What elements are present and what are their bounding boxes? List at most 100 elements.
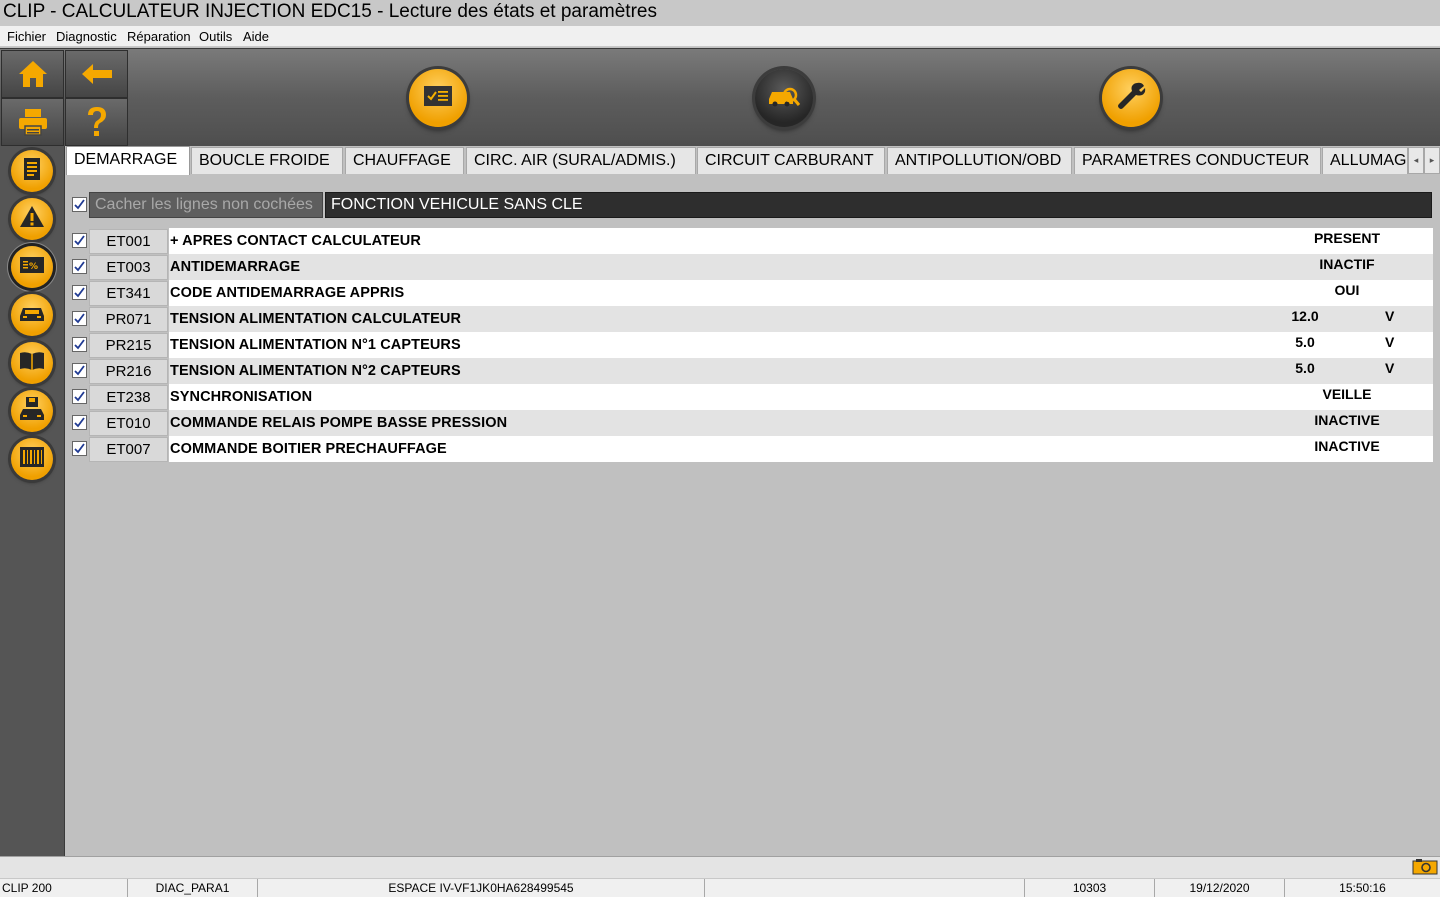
checkmark-icon bbox=[74, 339, 85, 350]
menu-bar: Fichier Diagnostic Réparation Outils Aid… bbox=[0, 26, 1440, 47]
table-row: PR071 TENSION ALIMENTATION CALCULATEUR 12.… bbox=[65, 306, 1433, 332]
screenshot-button[interactable] bbox=[1411, 858, 1439, 880]
row-checkbox[interactable] bbox=[72, 311, 87, 326]
vehicle-scan-icon bbox=[766, 83, 802, 114]
row-value: INACTIVE bbox=[1314, 412, 1380, 428]
row-checkbox[interactable] bbox=[72, 285, 87, 300]
table-row: ET010 COMMANDE RELAIS POMPE BASSE PRESSIO… bbox=[65, 410, 1433, 436]
row-code-button[interactable]: ET238 bbox=[89, 385, 168, 410]
menu-diagnostic[interactable]: Diagnostic bbox=[56, 29, 117, 44]
help-icon bbox=[84, 105, 110, 139]
row-value: 12.0 bbox=[1291, 308, 1319, 324]
status-time: 15:50:16 bbox=[1339, 881, 1386, 895]
menu-outils[interactable]: Outils bbox=[199, 29, 232, 44]
back-button[interactable] bbox=[65, 50, 128, 98]
printer-icon bbox=[17, 107, 49, 137]
save-vehicle-icon bbox=[18, 396, 46, 427]
row-label: COMMANDE RELAIS POMPE BASSE PRESSION bbox=[170, 415, 508, 431]
status-date: 19/12/2020 bbox=[1155, 879, 1285, 897]
sidebar-states-parameters-button[interactable]: % bbox=[11, 246, 53, 288]
menu-fichier[interactable]: Fichier bbox=[7, 29, 46, 44]
row-code-button[interactable]: ET010 bbox=[89, 411, 168, 436]
sidebar-document-button[interactable] bbox=[11, 150, 53, 192]
row-code-button[interactable]: PR215 bbox=[89, 333, 168, 358]
status-vehicle: ESPACE IV-VF1JK0HA628499545 bbox=[258, 879, 705, 897]
row-background bbox=[169, 384, 1433, 410]
sidebar-vehicle-button[interactable] bbox=[11, 294, 53, 336]
toolbar bbox=[0, 48, 1440, 146]
row-checkbox[interactable] bbox=[72, 389, 87, 404]
sidebar-manual-button[interactable] bbox=[11, 342, 53, 384]
checkmark-icon bbox=[74, 417, 85, 428]
checklist-icon bbox=[423, 85, 453, 112]
hide-unchecked-checkbox[interactable] bbox=[72, 197, 87, 212]
row-value: PRESENT bbox=[1313, 230, 1381, 246]
tab-circ-air[interactable]: CIRC. AIR (SURAL/ADMIS.) bbox=[466, 147, 696, 174]
states-parameters-icon: % bbox=[19, 255, 45, 280]
sidebar-barcode-button[interactable] bbox=[11, 438, 53, 480]
tab-boucle-froide[interactable]: BOUCLE FROIDE bbox=[191, 147, 343, 174]
filter-row: Cacher les lignes non cochées FONCTION V… bbox=[65, 191, 1440, 219]
row-value: INACTIVE bbox=[1314, 438, 1380, 454]
function-label: FONCTION VEHICULE SANS CLE bbox=[325, 192, 1432, 218]
home-icon bbox=[17, 59, 49, 89]
checkmark-icon bbox=[74, 235, 85, 246]
row-code-button[interactable]: ET341 bbox=[89, 281, 168, 306]
tab-scroll-buttons: ◂ ▸ bbox=[1408, 147, 1440, 174]
tab-parametres-conducteur[interactable]: PARAMETRES CONDUCTEUR bbox=[1074, 147, 1321, 174]
print-button[interactable] bbox=[1, 98, 64, 146]
row-unit: V bbox=[1385, 360, 1395, 376]
tab-chauffage[interactable]: CHAUFFAGE bbox=[345, 147, 464, 174]
row-code-button[interactable]: PR216 bbox=[89, 359, 168, 384]
status-diag: DIAC_PARA1 bbox=[128, 879, 258, 897]
row-code-button[interactable]: ET007 bbox=[89, 437, 168, 462]
row-unit: V bbox=[1385, 334, 1395, 350]
tab-circuit-carburant[interactable]: CIRCUIT CARBURANT bbox=[697, 147, 885, 174]
checklist-button[interactable] bbox=[409, 69, 467, 127]
row-background bbox=[169, 254, 1433, 280]
row-value: VEILLE bbox=[1322, 386, 1372, 402]
tab-demarrage[interactable]: DEMARRAGE bbox=[66, 146, 190, 175]
row-label: CODE ANTIDEMARRAGE APPRIS bbox=[170, 285, 405, 301]
tab-scroll-right-button[interactable]: ▸ bbox=[1424, 147, 1440, 174]
help-button[interactable] bbox=[65, 98, 128, 146]
row-checkbox[interactable] bbox=[72, 441, 87, 456]
tab-scroll-left-button[interactable]: ◂ bbox=[1408, 147, 1424, 174]
home-button[interactable] bbox=[1, 50, 64, 98]
row-code-button[interactable]: PR071 bbox=[89, 307, 168, 332]
hide-unchecked-button[interactable]: Cacher les lignes non cochées bbox=[89, 192, 323, 218]
wrench-button[interactable] bbox=[1102, 69, 1160, 127]
table-row: ET341 CODE ANTIDEMARRAGE APPRIS OUI bbox=[65, 280, 1433, 306]
table-row: ET238 SYNCHRONISATION VEILLE bbox=[65, 384, 1433, 410]
row-code-button[interactable]: ET001 bbox=[89, 229, 168, 254]
tab-antipollution-obd[interactable]: ANTIPOLLUTION/OBD bbox=[887, 147, 1072, 174]
row-value: OUI bbox=[1334, 282, 1360, 298]
menu-aide[interactable]: Aide bbox=[243, 29, 269, 44]
sidebar-save-vehicle-button[interactable] bbox=[11, 390, 53, 432]
warning-icon bbox=[19, 205, 45, 234]
row-code-button[interactable]: ET003 bbox=[89, 255, 168, 280]
row-checkbox[interactable] bbox=[72, 259, 87, 274]
checkmark-icon bbox=[74, 443, 85, 454]
back-arrow-icon bbox=[80, 63, 114, 85]
window-title: CLIP - CALCULATEUR INJECTION EDC15 - Lec… bbox=[3, 1, 657, 22]
main-content: DEMARRAGE BOUCLE FROIDE CHAUFFAGE CIRC. … bbox=[65, 146, 1440, 856]
sidebar-faults-button[interactable] bbox=[11, 198, 53, 240]
row-checkbox[interactable] bbox=[72, 233, 87, 248]
row-checkbox[interactable] bbox=[72, 363, 87, 378]
status-device: CLIP 200 bbox=[0, 879, 128, 897]
barcode-icon bbox=[19, 445, 45, 474]
vehicle-scan-button[interactable] bbox=[755, 69, 813, 127]
row-label: TENSION ALIMENTATION CALCULATEUR bbox=[170, 311, 462, 327]
menu-reparation[interactable]: Réparation bbox=[127, 29, 191, 44]
checkmark-icon bbox=[74, 287, 85, 298]
manual-icon bbox=[18, 350, 46, 377]
status-blank bbox=[705, 879, 1025, 897]
row-label: + APRES CONTACT CALCULATEUR bbox=[170, 233, 421, 249]
checkmark-icon bbox=[74, 313, 85, 324]
camera-icon bbox=[1412, 858, 1438, 880]
row-checkbox[interactable] bbox=[72, 337, 87, 352]
row-checkbox[interactable] bbox=[72, 415, 87, 430]
status-toolbar bbox=[0, 856, 1440, 878]
tab-allumage[interactable]: ALLUMAGE bbox=[1322, 147, 1408, 174]
